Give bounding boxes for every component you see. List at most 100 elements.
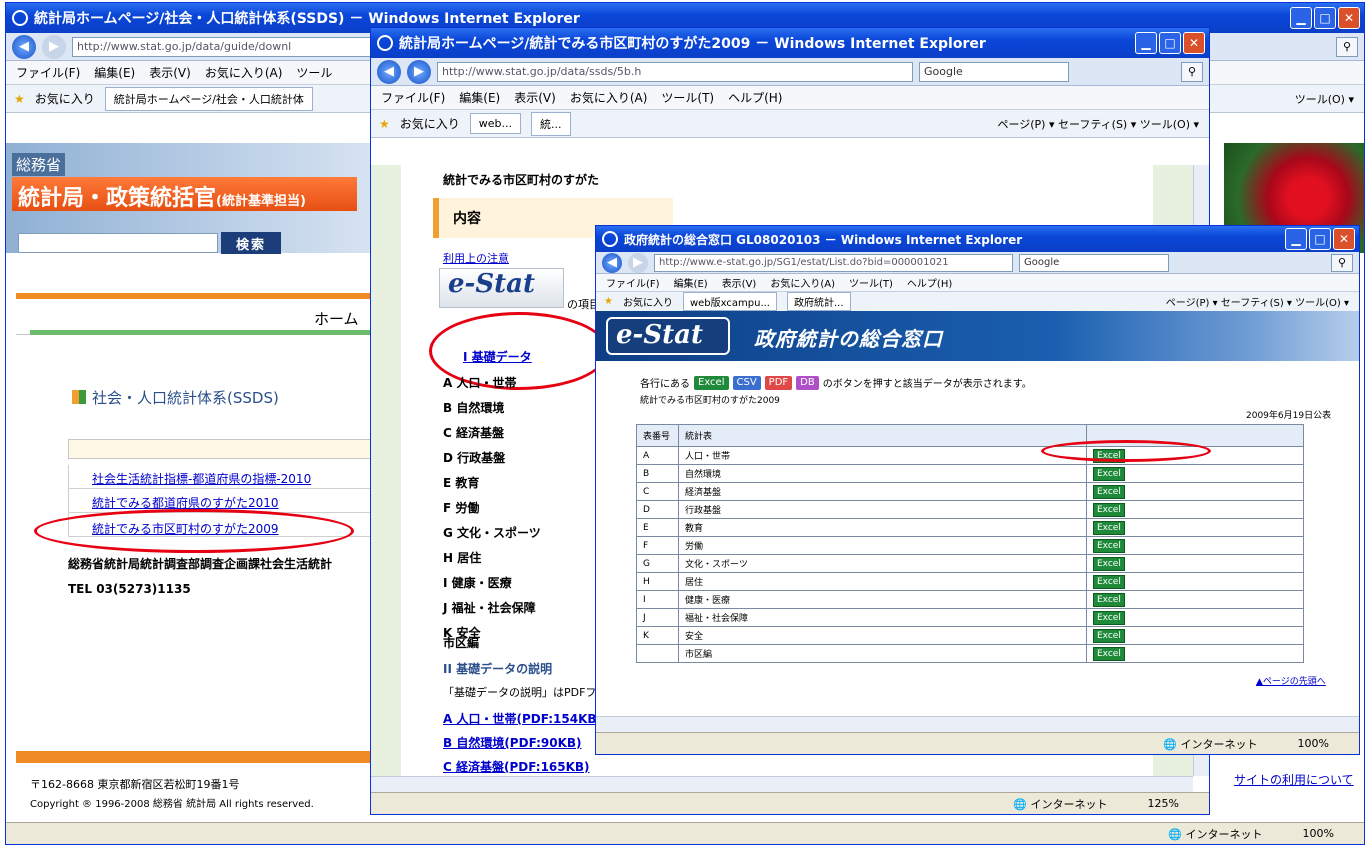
search-icon[interactable]: ⚲ bbox=[1331, 253, 1353, 272]
menu-view[interactable]: 表示(V) bbox=[514, 89, 556, 106]
search-input[interactable]: Google bbox=[919, 61, 1069, 82]
forward-icon[interactable]: ▶ bbox=[407, 59, 431, 84]
back-icon[interactable]: ◀ bbox=[602, 252, 622, 273]
back-icon[interactable]: ◀ bbox=[12, 34, 36, 59]
back-icon[interactable]: ◀ bbox=[377, 59, 401, 84]
menu-tools[interactable]: ツール(T) bbox=[661, 89, 714, 106]
horizontal-scrollbar[interactable] bbox=[596, 716, 1359, 732]
divider bbox=[30, 330, 376, 335]
estat-logo[interactable]: e-Stat bbox=[439, 268, 564, 308]
horizontal-scrollbar[interactable] bbox=[371, 776, 1193, 792]
menu-tools[interactable]: ツール bbox=[296, 64, 332, 81]
legend-excel: Excel bbox=[694, 375, 729, 390]
excel-button[interactable]: Excel bbox=[1093, 520, 1125, 535]
ie-icon bbox=[377, 35, 393, 51]
title-bar[interactable]: 統計局ホームページ/統計でみる市区町村のすがた2009 － Windows In… bbox=[371, 28, 1209, 58]
maximize-button[interactable]: □ bbox=[1309, 228, 1331, 250]
legend-csv: CSV bbox=[732, 375, 761, 390]
forward-icon[interactable]: ▶ bbox=[42, 34, 66, 59]
search-icon[interactable]: ⚲ bbox=[1181, 61, 1203, 82]
excel-button[interactable]: Excel bbox=[1093, 484, 1125, 499]
site-search-button[interactable]: 検索 bbox=[221, 232, 281, 254]
link-pdf-b[interactable]: B 自然環境(PDF:90KB) bbox=[443, 734, 582, 751]
maximize-button[interactable]: □ bbox=[1159, 32, 1181, 54]
minimize-button[interactable]: ▁ bbox=[1135, 32, 1157, 54]
menu-edit[interactable]: 編集(E) bbox=[674, 275, 708, 290]
row-number: K bbox=[636, 626, 679, 645]
menu-file[interactable]: ファイル(F) bbox=[606, 275, 660, 290]
excel-button[interactable]: Excel bbox=[1093, 628, 1125, 643]
menu-file[interactable]: ファイル(F) bbox=[381, 89, 445, 106]
close-button[interactable]: ✕ bbox=[1333, 228, 1355, 250]
excel-button[interactable]: Excel bbox=[1093, 466, 1125, 481]
left-margin bbox=[371, 165, 401, 776]
minimize-button[interactable]: ▁ bbox=[1290, 7, 1312, 29]
tab-ssds[interactable]: 統計局ホームページ/社会・人口統計体 bbox=[104, 86, 313, 111]
menu-tools[interactable]: ツール(T) bbox=[849, 275, 893, 290]
menu-favorites[interactable]: お気に入り(A) bbox=[770, 275, 835, 290]
close-button[interactable]: ✕ bbox=[1338, 7, 1360, 29]
link-notice[interactable]: 利用上の注意 bbox=[443, 250, 509, 266]
tab-web[interactable]: web版xcampu... bbox=[682, 292, 777, 311]
row-number: B bbox=[636, 464, 679, 483]
menu-favorites[interactable]: お気に入り(A) bbox=[570, 89, 648, 106]
divider bbox=[16, 751, 376, 763]
menu-edit[interactable]: 編集(E) bbox=[94, 64, 135, 81]
nav-home[interactable]: ホーム bbox=[314, 308, 359, 329]
favorites-bar: ★ お気に入り web版xcampu... 政府統計... ページ(P) ▾ セ… bbox=[596, 292, 1359, 312]
excel-button[interactable]: Excel bbox=[1093, 592, 1125, 607]
estat-logo[interactable]: e-Stat bbox=[606, 317, 730, 355]
row-name: 安全 bbox=[678, 626, 1087, 645]
link-site-use[interactable]: サイトの利用について bbox=[1234, 771, 1354, 788]
tab-estat[interactable]: 政府統計... bbox=[786, 292, 851, 311]
bureau-name: 統計局・政策統括官 bbox=[18, 186, 217, 211]
link-pdf-c[interactable]: C 経済基盤(PDF:165KB) bbox=[443, 758, 590, 775]
zoom-level[interactable]: 125% bbox=[1148, 797, 1179, 810]
row-number bbox=[636, 644, 679, 663]
tools-button[interactable]: ツール(O) ▾ bbox=[1295, 91, 1364, 107]
excel-button[interactable]: Excel bbox=[1093, 646, 1125, 661]
search-icon[interactable]: ⚲ bbox=[1336, 36, 1358, 57]
command-bar[interactable]: ページ(P) ▾ セーフティ(S) ▾ ツール(O) ▾ bbox=[997, 116, 1209, 132]
maximize-button[interactable]: □ bbox=[1314, 7, 1336, 29]
url-field[interactable]: http://www.e-stat.go.jp/SG1/estat/List.d… bbox=[654, 253, 1013, 272]
site-search-input[interactable] bbox=[18, 233, 218, 253]
favorites-button[interactable]: お気に入り bbox=[400, 115, 460, 132]
menu-favorites[interactable]: お気に入り(A) bbox=[205, 64, 283, 81]
search-input[interactable]: Google bbox=[1019, 253, 1169, 272]
url-field[interactable]: http://www.stat.go.jp/data/ssds/5b.h bbox=[437, 61, 913, 82]
excel-button[interactable]: Excel bbox=[1093, 502, 1125, 517]
title-bar[interactable]: 政府統計の総合窓口 GL08020103 － Windows Internet … bbox=[596, 226, 1359, 252]
close-button[interactable]: ✕ bbox=[1183, 32, 1205, 54]
tab-web[interactable]: web... bbox=[469, 113, 522, 134]
command-bar[interactable]: ページ(P) ▾ セーフティ(S) ▾ ツール(O) ▾ bbox=[1166, 294, 1359, 309]
excel-button[interactable]: Excel bbox=[1093, 574, 1125, 589]
link-page-top[interactable]: ▲ページの先頭へ bbox=[1256, 674, 1326, 687]
menu-bar: ファイル(F) 編集(E) 表示(V) お気に入り(A) ツール(T) ヘルプ(… bbox=[371, 86, 1209, 110]
tab-stat[interactable]: 統... bbox=[531, 111, 571, 136]
zoom-level[interactable]: 100% bbox=[1298, 737, 1329, 750]
menu-edit[interactable]: 編集(E) bbox=[459, 89, 500, 106]
row-name: 健康・医療 bbox=[678, 590, 1087, 609]
table-row: F 労働 Excel bbox=[636, 536, 1304, 555]
excel-button[interactable]: Excel bbox=[1093, 610, 1125, 625]
menu-view[interactable]: 表示(V) bbox=[722, 275, 757, 290]
link-pdf-a[interactable]: A 人口・世帯(PDF:154KB) bbox=[443, 710, 602, 727]
forward-icon[interactable]: ▶ bbox=[628, 252, 648, 273]
bureau-subtitle: (統計基準担当) bbox=[216, 194, 306, 209]
menu-file[interactable]: ファイル(F) bbox=[16, 64, 80, 81]
menu-view[interactable]: 表示(V) bbox=[149, 64, 191, 81]
row-name: 教育 bbox=[678, 518, 1087, 537]
favorites-button[interactable]: お気に入り bbox=[35, 90, 95, 107]
excel-button[interactable]: Excel bbox=[1093, 556, 1125, 571]
menu-help[interactable]: ヘルプ(H) bbox=[728, 89, 782, 106]
excel-button[interactable]: Excel bbox=[1093, 538, 1125, 553]
status-zone: 🌐 インターネット bbox=[1163, 737, 1258, 751]
zoom-level[interactable]: 100% bbox=[1303, 827, 1334, 840]
category-j: J 福祉・社会保障 bbox=[443, 601, 536, 615]
favorites-button[interactable]: お気に入り bbox=[623, 294, 673, 309]
link-prefecture-indicators[interactable]: 社会生活統計指標-都道府県の指標-2010 bbox=[92, 470, 311, 487]
menu-help[interactable]: ヘルプ(H) bbox=[907, 275, 952, 290]
highlight-ellipse bbox=[1041, 440, 1211, 462]
minimize-button[interactable]: ▁ bbox=[1285, 228, 1307, 250]
